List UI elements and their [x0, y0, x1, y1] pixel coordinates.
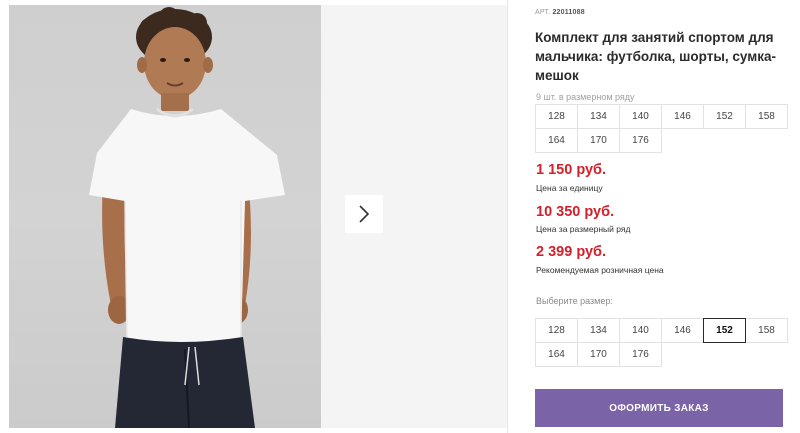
size-option[interactable]: 140 [619, 318, 662, 343]
range-size-cell: 134 [577, 104, 620, 129]
unit-price: 1 150 руб. [536, 162, 607, 178]
sku-label: АРТ. [535, 9, 551, 16]
range-size-cell: 128 [535, 104, 578, 129]
size-option[interactable]: 164 [535, 342, 578, 367]
range-size-cell: 146 [661, 104, 704, 129]
size-option[interactable]: 134 [577, 318, 620, 343]
range-price: 10 350 руб. [536, 204, 615, 220]
size-option-selected[interactable]: 152 [703, 318, 746, 343]
size-option[interactable]: 128 [535, 318, 578, 343]
choose-size-label: Выберите размер: [536, 296, 613, 306]
sku-value: 22011088 [552, 9, 585, 16]
range-size-cell: 140 [619, 104, 662, 129]
range-size-cell: 176 [619, 128, 662, 153]
range-price-label: Цена за размерный ряд [536, 224, 631, 234]
size-option[interactable]: 176 [619, 342, 662, 367]
product-sku: АРТ. 22011088 [535, 9, 585, 16]
product-photo-illustration [89, 7, 285, 428]
range-size-cell: 152 [703, 104, 746, 129]
place-order-button[interactable]: ОФОРМИТЬ ЗАКАЗ [535, 389, 783, 427]
retail-price: 2 399 руб. [536, 244, 607, 260]
retail-price-label: Рекомендуемая розничная цена [536, 265, 664, 275]
size-option[interactable]: 158 [745, 318, 788, 343]
size-option[interactable]: 146 [661, 318, 704, 343]
size-selector: 128 134 140 146 152 158 164 170 176 [535, 318, 788, 367]
unit-price-label: Цена за единицу [536, 183, 603, 193]
size-range-grid: 128 134 140 146 152 158 164 170 176 [535, 104, 788, 153]
chevron-right-icon [359, 205, 370, 223]
column-divider [507, 0, 508, 433]
range-size-cell: 170 [577, 128, 620, 153]
size-option[interactable]: 170 [577, 342, 620, 367]
product-title: Комплект для занятий спортом для мальчик… [535, 30, 776, 83]
size-range-note: 9 шт. в размерном ряду [536, 92, 635, 102]
range-size-cell: 164 [535, 128, 578, 153]
product-photo[interactable] [9, 5, 321, 428]
product-gallery [9, 5, 507, 428]
range-size-cell: 158 [745, 104, 788, 129]
gallery-next-button[interactable] [345, 195, 383, 233]
